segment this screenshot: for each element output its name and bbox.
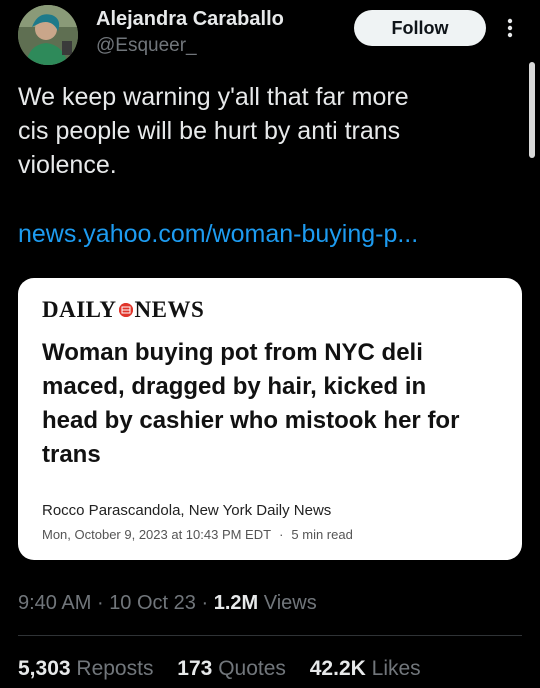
quotes-stat[interactable]: 173 Quotes bbox=[177, 657, 286, 680]
reposts-label: Reposts bbox=[76, 657, 154, 680]
divider bbox=[18, 635, 522, 636]
scrollbar-thumb[interactable] bbox=[529, 62, 535, 158]
more-options-icon[interactable] bbox=[504, 16, 516, 40]
reposts-count: 5,303 bbox=[18, 657, 71, 680]
timestamp-separator: · bbox=[96, 592, 104, 614]
daily-news-logo-icon bbox=[118, 303, 133, 317]
likes-stat[interactable]: 42.2K Likes bbox=[310, 657, 421, 680]
link-preview-card[interactable]: DAILY NEWS Woman buying pot from NYC del… bbox=[18, 278, 522, 560]
article-date: Mon, October 9, 2023 at 10:43 PM EDT bbox=[42, 527, 272, 542]
engagement-stats: 5,303 Reposts 173 Quotes 42.2K Likes bbox=[18, 657, 439, 681]
author-name[interactable]: Alejandra Caraballo bbox=[96, 8, 284, 31]
article-byline: Rocco Parascandola, New York Daily News bbox=[42, 502, 332, 519]
tweet-text: We keep warning y'all that far more cis … bbox=[18, 83, 409, 179]
tweet-time[interactable]: 9:40 AM bbox=[18, 592, 91, 614]
timestamp-separator: · bbox=[201, 592, 209, 614]
tweet-link[interactable]: news.yahoo.com/woman-buying-p... bbox=[18, 220, 418, 249]
avatar-image bbox=[18, 5, 78, 65]
publication-name-right: NEWS bbox=[134, 297, 205, 322]
likes-label: Likes bbox=[371, 657, 421, 680]
meta-separator: · bbox=[279, 527, 284, 542]
author-handle[interactable]: @Esqueer_ bbox=[96, 35, 197, 57]
views-count: 1.2M bbox=[213, 592, 259, 614]
likes-count: 42.2K bbox=[309, 657, 366, 680]
publication-name-left: DAILY bbox=[42, 297, 117, 322]
avatar[interactable] bbox=[18, 5, 78, 65]
quotes-label: Quotes bbox=[218, 657, 286, 680]
follow-button[interactable]: Follow bbox=[354, 10, 486, 46]
article-headline: Woman buying pot from NYC deli maced, dr… bbox=[42, 339, 460, 468]
tweet-date[interactable]: 10 Oct 23 bbox=[109, 592, 196, 614]
reposts-stat[interactable]: 5,303 Reposts bbox=[18, 657, 153, 680]
article-read-time: 5 min read bbox=[291, 527, 353, 542]
publication-logo: DAILY NEWS bbox=[42, 297, 204, 323]
article-meta: Mon, October 9, 2023 at 10:43 PM EDT · 5 m… bbox=[42, 527, 353, 542]
views-label: Views bbox=[263, 592, 317, 614]
tweet-timestamp: 9:40 AM · 10 Oct 23 · 1.2M Views bbox=[18, 592, 317, 615]
quotes-count: 173 bbox=[177, 657, 213, 680]
